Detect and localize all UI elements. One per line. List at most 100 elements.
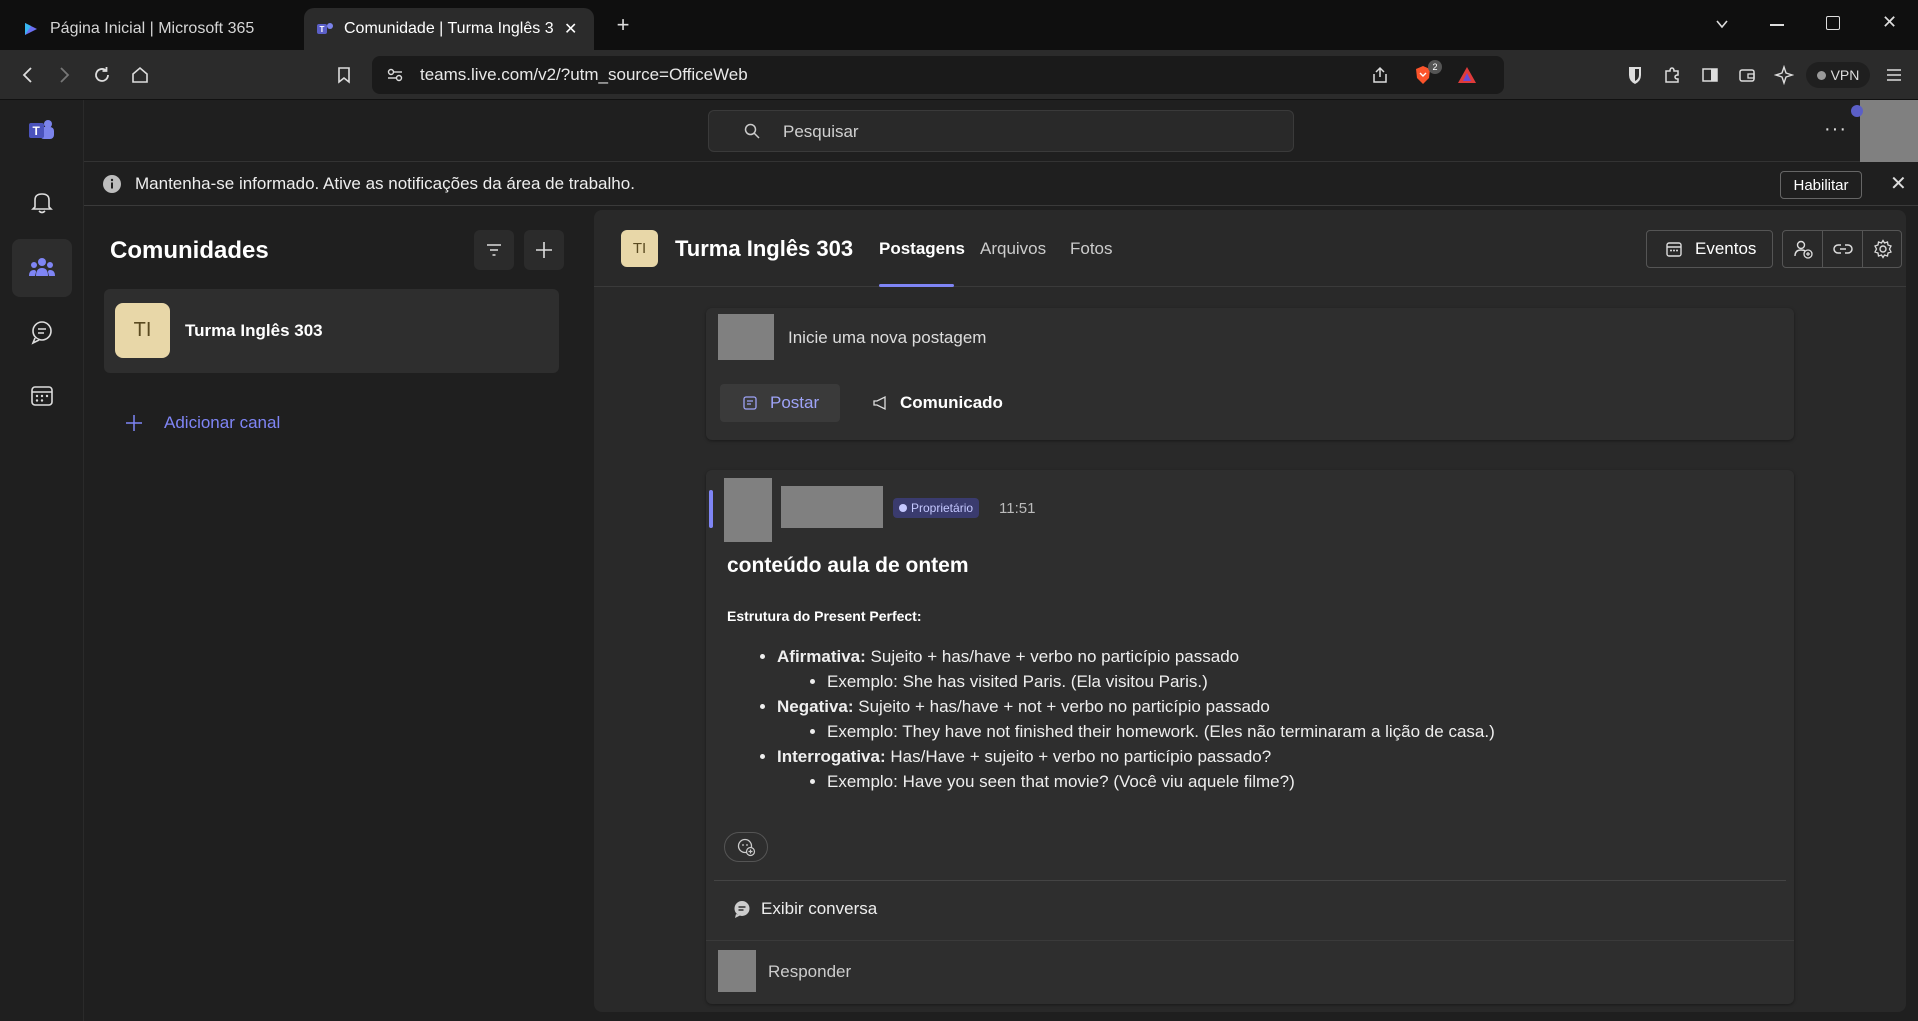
divider [706,940,1794,941]
add-community-button[interactable] [524,230,564,270]
list-subitem: Exemplo: Have you seen that movie? (Você… [827,769,1767,794]
owner-badge-label: Proprietário [911,501,974,515]
list-item: Negativa: Sujeito + has/have + not + ver… [777,694,1767,744]
announcement-label: Comunicado [900,393,1003,412]
rail-communities[interactable] [12,239,72,297]
sidebar-toggle-icon[interactable] [1698,63,1722,87]
enable-notifications-button[interactable]: Habilitar [1780,171,1862,199]
teams-icon: T [316,20,334,38]
new-post-placeholder[interactable]: Inicie uma nova postagem [788,328,986,348]
bitwarden-icon[interactable] [1623,63,1647,87]
item-label: Negativa: [777,697,854,716]
brave-badge: 2 [1428,60,1442,74]
browser-tab-microsoft365[interactable]: Página Inicial | Microsoft 365 [10,8,300,50]
vpn-label: VPN [1830,67,1860,83]
vpn-button[interactable]: VPN [1806,62,1870,88]
reply-input[interactable]: Responder [768,962,851,982]
link-icon[interactable] [1823,231,1863,267]
list-subitem: Exemplo: They have not finished their ho… [827,719,1767,744]
plus-icon [124,413,144,433]
add-member-icon[interactable] [1783,231,1823,267]
list-item: Afirmativa: Sujeito + has/have + verbo n… [777,644,1767,694]
community-item[interactable]: TI Turma Inglês 303 [104,289,559,373]
address-bar[interactable]: teams.live.com/v2/?utm_source=OfficeWeb … [372,56,1504,94]
post-time: 11:51 [999,500,1036,517]
calendar-icon [29,383,55,409]
author-name[interactable] [781,486,883,528]
url-text: teams.live.com/v2/?utm_source=OfficeWeb [420,65,748,84]
site-info-icon[interactable] [386,66,404,84]
close-window-icon[interactable]: ✕ [1882,12,1897,33]
channel-header: TI Turma Inglês 303 Postagens Arquivos F… [594,210,1906,287]
microsoft365-icon [22,20,40,38]
close-tab-icon[interactable]: ✕ [564,19,577,39]
tab-arquivos[interactable]: Arquivos [980,239,1046,259]
rail-calendar[interactable] [12,367,72,425]
app-rail: T [0,100,84,1021]
browser-toolbar: teams.live.com/v2/?utm_source=OfficeWeb … [0,50,1918,100]
bookmark-icon[interactable] [332,63,356,87]
tab-postagens[interactable]: Postagens [879,239,965,259]
search-icon [743,122,761,140]
settings-gear-icon[interactable] [1863,231,1903,267]
post-icon [742,395,758,411]
back-icon[interactable] [16,63,40,87]
events-button[interactable]: Eventos [1646,230,1773,268]
reply-avatar [718,950,756,992]
post-label: Postar [770,393,820,412]
announcement-button[interactable]: Comunicado [872,384,1003,422]
post-card: Proprietário 11:51 conteúdo aula de onte… [706,470,1794,1004]
more-options-icon[interactable]: ··· [1824,118,1847,141]
author-avatar[interactable] [724,478,772,542]
browser-tab-comunidade[interactable]: T Comunidade | Turma Inglês 303 ✕ [304,8,594,50]
share-icon[interactable] [1370,65,1390,85]
search-box[interactable]: Pesquisar [708,110,1294,152]
reload-icon[interactable] [90,63,114,87]
leo-ai-icon[interactable] [1772,63,1796,87]
communities-pane: Comunidades TI Turma Inglês 303 Adiciona… [84,207,594,1021]
new-tab-button[interactable]: + [612,12,634,37]
filter-icon [484,240,504,260]
teams-top-bar: Pesquisar ··· [84,100,1918,162]
restore-window-icon[interactable] [1826,16,1840,30]
events-label: Eventos [1695,239,1757,258]
view-conversation-button[interactable]: Exibir conversa [732,894,877,924]
post-button[interactable]: Postar [720,384,840,422]
new-post-composer: Inicie uma nova postagem Postar Comunica… [706,308,1794,440]
community-avatar: TI [115,303,170,358]
post-title: conteúdo aula de ontem [727,554,969,577]
item-label: Interrogativa: [777,747,886,766]
tab-fotos[interactable]: Fotos [1070,239,1113,259]
teams-logo-icon[interactable]: T [28,118,56,144]
bell-icon [29,189,55,215]
menu-icon[interactable] [1882,63,1906,87]
view-conversation-label: Exibir conversa [761,899,878,918]
item-text: Sujeito + has/have + verbo no particípio… [865,647,1240,666]
profile-avatar[interactable] [1860,100,1918,162]
post-accent-bar [709,490,713,528]
minimize-window-icon[interactable] [1770,24,1784,26]
user-avatar [718,314,774,360]
forward-icon[interactable] [52,63,76,87]
emoji-add-icon [736,837,756,857]
close-banner-icon[interactable]: ✕ [1890,171,1907,196]
wallet-icon[interactable] [1735,63,1759,87]
add-channel-link[interactable]: Adicionar canal [124,413,280,433]
post-list: Afirmativa: Sujeito + has/have + verbo n… [777,644,1767,794]
list-item: Interrogativa: Has/Have + sujeito + verb… [777,744,1767,794]
divider [714,880,1786,881]
rail-activity[interactable] [12,173,72,231]
channel-avatar: TI [621,230,658,267]
add-channel-label: Adicionar canal [164,413,281,432]
rail-chat[interactable] [12,303,72,361]
extensions-icon[interactable] [1660,63,1684,87]
add-reaction-button[interactable] [724,832,768,862]
tab-list-chevron-icon[interactable] [1714,16,1730,32]
filter-button[interactable] [474,230,514,270]
browser-tab-strip: Página Inicial | Microsoft 365 T Comunid… [0,0,1918,50]
brave-rewards-icon[interactable] [1456,65,1478,85]
info-icon [102,174,122,194]
home-icon[interactable] [128,63,152,87]
calendar-icon [1665,240,1683,258]
community-name: Turma Inglês 303 [185,321,323,340]
